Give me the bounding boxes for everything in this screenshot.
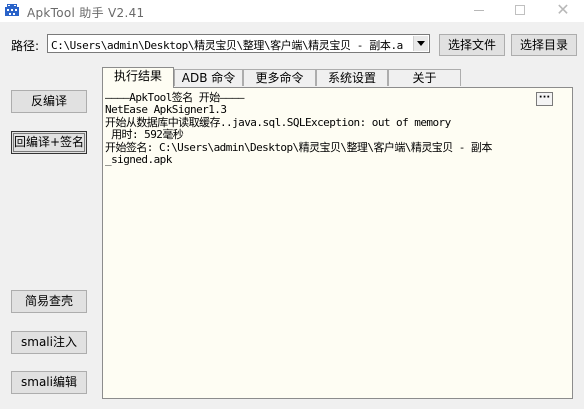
select-directory-button[interactable]: 选择目录 [511,34,577,56]
output-log[interactable]: ————ApkTool签名 开始———— NetEase ApkSigner1.… [105,91,560,394]
window-title: ApkTool 助手 V2.41 [27,6,145,20]
minimize-icon [474,10,484,11]
tab-execution-result[interactable]: 执行结果 [102,67,174,88]
decompile-button[interactable]: 反编译 [11,90,87,113]
path-combobox[interactable]: C:\Users\admin\Desktop\精灵宝贝\整理\客户端\精灵宝贝 … [47,34,430,53]
tab-more-commands[interactable]: 更多命令 [243,69,316,86]
tab-about[interactable]: 关于 [388,69,461,86]
path-label: 路径: [11,39,40,53]
close-button[interactable]: ✕ [555,0,571,19]
smali-edit-button[interactable]: smali编辑 [11,371,87,394]
path-value: C:\Users\admin\Desktop\精灵宝贝\整理\客户端\精灵宝贝 … [51,39,403,52]
minimize-button[interactable] [471,3,487,17]
title-bar: ApkTool 助手 V2.41 ✕ [0,0,584,22]
android-robot-icon [5,4,19,16]
simple-shell-check-button[interactable]: 简易查壳 [11,290,87,313]
tab-system-settings[interactable]: 系统设置 [316,69,388,86]
more-options-button[interactable]: ··· [536,92,553,106]
recompile-sign-button[interactable]: 回编译+签名 [11,131,87,154]
tab-adb-commands[interactable]: ADB 命令 [174,69,243,86]
smali-inject-button[interactable]: smali注入 [11,331,87,354]
close-icon: ✕ [556,0,570,19]
maximize-button[interactable] [512,3,528,17]
chevron-down-icon[interactable] [413,36,428,51]
select-file-button[interactable]: 选择文件 [439,34,505,56]
maximize-icon [515,5,525,15]
